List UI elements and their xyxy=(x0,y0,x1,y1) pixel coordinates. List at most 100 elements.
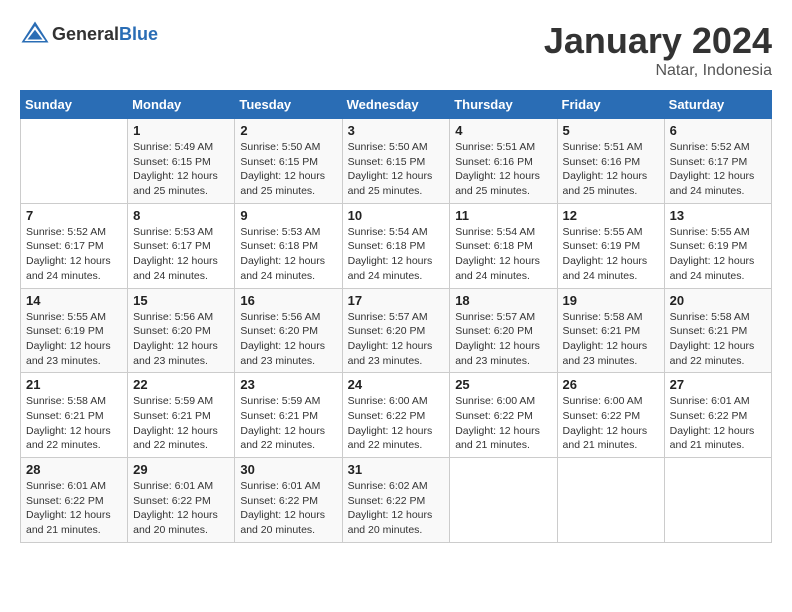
day-cell: 14Sunrise: 5:55 AM Sunset: 6:19 PM Dayli… xyxy=(21,288,128,373)
day-cell xyxy=(557,458,664,543)
day-cell: 17 Sunrise: 5:57 AM Sunset: 6:20 PM Dayli… xyxy=(342,288,450,373)
day-info: Sunrise: 6:01 AM Sunset: 6:22 PM Dayligh… xyxy=(133,479,229,538)
title-block: January 2024 Natar, Indonesia xyxy=(544,20,772,80)
day-cell: 18 Sunrise: 5:57 AM Sunset: 6:20 PM Dayli… xyxy=(450,288,557,373)
day-number: 30 xyxy=(240,462,336,477)
page-header: GeneralBlue January 2024 Natar, Indonesi… xyxy=(20,20,772,80)
day-cell: 27Sunrise: 6:01 AM Sunset: 6:22 PM Dayli… xyxy=(664,373,771,458)
day-cell: 5 Sunrise: 5:51 AM Sunset: 6:16 PM Daylig… xyxy=(557,119,664,204)
col-header-monday: Monday xyxy=(128,91,235,119)
day-cell: 6 Sunrise: 5:52 AM Sunset: 6:17 PM Daylig… xyxy=(664,119,771,204)
day-number: 18 xyxy=(455,293,551,308)
day-cell: 9 Sunrise: 5:53 AM Sunset: 6:18 PM Daylig… xyxy=(235,203,342,288)
day-info: Sunrise: 5:55 AM Sunset: 6:19 PM Dayligh… xyxy=(563,225,659,284)
day-number: 4 xyxy=(455,123,551,138)
day-number: 28 xyxy=(26,462,122,477)
day-number: 13 xyxy=(670,208,766,223)
day-cell: 11 Sunrise: 5:54 AM Sunset: 6:18 PM Dayli… xyxy=(450,203,557,288)
logo-general: General xyxy=(52,24,119,44)
day-cell xyxy=(450,458,557,543)
day-cell: 28 Sunrise: 6:01 AM Sunset: 6:22 PM Dayli… xyxy=(21,458,128,543)
day-info: Sunrise: 5:58 AM Sunset: 6:21 PM Dayligh… xyxy=(670,310,766,369)
day-info: Sunrise: 5:56 AM Sunset: 6:20 PM Dayligh… xyxy=(240,310,336,369)
day-info: Sunrise: 5:50 AM Sunset: 6:15 PM Dayligh… xyxy=(348,140,445,199)
day-number: 9 xyxy=(240,208,336,223)
day-cell: 15Sunrise: 5:56 AM Sunset: 6:20 PM Dayli… xyxy=(128,288,235,373)
day-cell: 24 Sunrise: 6:00 AM Sunset: 6:22 PM Dayli… xyxy=(342,373,450,458)
day-info: Sunrise: 5:53 AM Sunset: 6:18 PM Dayligh… xyxy=(240,225,336,284)
col-header-tuesday: Tuesday xyxy=(235,91,342,119)
day-cell: 26Sunrise: 6:00 AM Sunset: 6:22 PM Dayli… xyxy=(557,373,664,458)
day-cell: 22 Sunrise: 5:59 AM Sunset: 6:21 PM Dayli… xyxy=(128,373,235,458)
week-row-1: 1Sunrise: 5:49 AM Sunset: 6:15 PM Daylig… xyxy=(21,119,772,204)
day-info: Sunrise: 5:54 AM Sunset: 6:18 PM Dayligh… xyxy=(455,225,551,284)
logo-blue: Blue xyxy=(119,24,158,44)
day-cell: 31 Sunrise: 6:02 AM Sunset: 6:22 PM Dayli… xyxy=(342,458,450,543)
logo-icon xyxy=(20,20,50,50)
day-info: Sunrise: 6:00 AM Sunset: 6:22 PM Dayligh… xyxy=(455,394,551,453)
day-info: Sunrise: 5:51 AM Sunset: 6:16 PM Dayligh… xyxy=(455,140,551,199)
day-info: Sunrise: 5:58 AM Sunset: 6:21 PM Dayligh… xyxy=(26,394,122,453)
day-info: Sunrise: 5:54 AM Sunset: 6:18 PM Dayligh… xyxy=(348,225,445,284)
day-number: 20 xyxy=(670,293,766,308)
day-number: 14 xyxy=(26,293,122,308)
day-number: 12 xyxy=(563,208,659,223)
day-cell: 13 Sunrise: 5:55 AM Sunset: 6:19 PM Dayli… xyxy=(664,203,771,288)
col-header-saturday: Saturday xyxy=(664,91,771,119)
day-number: 2 xyxy=(240,123,336,138)
day-cell: 25 Sunrise: 6:00 AM Sunset: 6:22 PM Dayli… xyxy=(450,373,557,458)
day-cell: 20 Sunrise: 5:58 AM Sunset: 6:21 PM Dayli… xyxy=(664,288,771,373)
col-header-wednesday: Wednesday xyxy=(342,91,450,119)
day-info: Sunrise: 6:01 AM Sunset: 6:22 PM Dayligh… xyxy=(670,394,766,453)
day-number: 3 xyxy=(348,123,445,138)
day-info: Sunrise: 5:58 AM Sunset: 6:21 PM Dayligh… xyxy=(563,310,659,369)
day-info: Sunrise: 5:55 AM Sunset: 6:19 PM Dayligh… xyxy=(670,225,766,284)
day-number: 22 xyxy=(133,377,229,392)
day-info: Sunrise: 5:51 AM Sunset: 6:16 PM Dayligh… xyxy=(563,140,659,199)
day-cell: 8Sunrise: 5:53 AM Sunset: 6:17 PM Daylig… xyxy=(128,203,235,288)
day-number: 6 xyxy=(670,123,766,138)
day-info: Sunrise: 5:52 AM Sunset: 6:17 PM Dayligh… xyxy=(26,225,122,284)
day-info: Sunrise: 6:02 AM Sunset: 6:22 PM Dayligh… xyxy=(348,479,445,538)
day-number: 31 xyxy=(348,462,445,477)
day-cell: 16 Sunrise: 5:56 AM Sunset: 6:20 PM Dayli… xyxy=(235,288,342,373)
day-cell: 23 Sunrise: 5:59 AM Sunset: 6:21 PM Dayli… xyxy=(235,373,342,458)
day-cell: 12 Sunrise: 5:55 AM Sunset: 6:19 PM Dayli… xyxy=(557,203,664,288)
day-number: 25 xyxy=(455,377,551,392)
day-number: 7 xyxy=(26,208,122,223)
day-cell xyxy=(664,458,771,543)
day-cell: 2Sunrise: 5:50 AM Sunset: 6:15 PM Daylig… xyxy=(235,119,342,204)
day-cell: 7 Sunrise: 5:52 AM Sunset: 6:17 PM Daylig… xyxy=(21,203,128,288)
day-number: 19 xyxy=(563,293,659,308)
day-number: 8 xyxy=(133,208,229,223)
day-info: Sunrise: 5:59 AM Sunset: 6:21 PM Dayligh… xyxy=(240,394,336,453)
day-number: 23 xyxy=(240,377,336,392)
day-cell: 1Sunrise: 5:49 AM Sunset: 6:15 PM Daylig… xyxy=(128,119,235,204)
calendar-table: SundayMondayTuesdayWednesdayThursdayFrid… xyxy=(20,90,772,543)
day-number: 16 xyxy=(240,293,336,308)
day-cell: 29Sunrise: 6:01 AM Sunset: 6:22 PM Dayli… xyxy=(128,458,235,543)
day-info: Sunrise: 5:59 AM Sunset: 6:21 PM Dayligh… xyxy=(133,394,229,453)
calendar-header-row: SundayMondayTuesdayWednesdayThursdayFrid… xyxy=(21,91,772,119)
day-info: Sunrise: 5:57 AM Sunset: 6:20 PM Dayligh… xyxy=(348,310,445,369)
day-number: 15 xyxy=(133,293,229,308)
day-cell: 3 Sunrise: 5:50 AM Sunset: 6:15 PM Daylig… xyxy=(342,119,450,204)
week-row-4: 21Sunrise: 5:58 AM Sunset: 6:21 PM Dayli… xyxy=(21,373,772,458)
day-number: 5 xyxy=(563,123,659,138)
week-row-2: 7 Sunrise: 5:52 AM Sunset: 6:17 PM Daylig… xyxy=(21,203,772,288)
week-row-3: 14Sunrise: 5:55 AM Sunset: 6:19 PM Dayli… xyxy=(21,288,772,373)
day-info: Sunrise: 6:00 AM Sunset: 6:22 PM Dayligh… xyxy=(348,394,445,453)
week-row-5: 28 Sunrise: 6:01 AM Sunset: 6:22 PM Dayli… xyxy=(21,458,772,543)
col-header-sunday: Sunday xyxy=(21,91,128,119)
day-number: 11 xyxy=(455,208,551,223)
logo: GeneralBlue xyxy=(20,20,158,50)
day-info: Sunrise: 6:01 AM Sunset: 6:22 PM Dayligh… xyxy=(26,479,122,538)
day-cell: 30Sunrise: 6:01 AM Sunset: 6:22 PM Dayli… xyxy=(235,458,342,543)
day-number: 24 xyxy=(348,377,445,392)
day-cell: 10Sunrise: 5:54 AM Sunset: 6:18 PM Dayli… xyxy=(342,203,450,288)
day-number: 17 xyxy=(348,293,445,308)
day-info: Sunrise: 6:00 AM Sunset: 6:22 PM Dayligh… xyxy=(563,394,659,453)
day-info: Sunrise: 5:52 AM Sunset: 6:17 PM Dayligh… xyxy=(670,140,766,199)
day-cell: 4 Sunrise: 5:51 AM Sunset: 6:16 PM Daylig… xyxy=(450,119,557,204)
day-info: Sunrise: 5:57 AM Sunset: 6:20 PM Dayligh… xyxy=(455,310,551,369)
